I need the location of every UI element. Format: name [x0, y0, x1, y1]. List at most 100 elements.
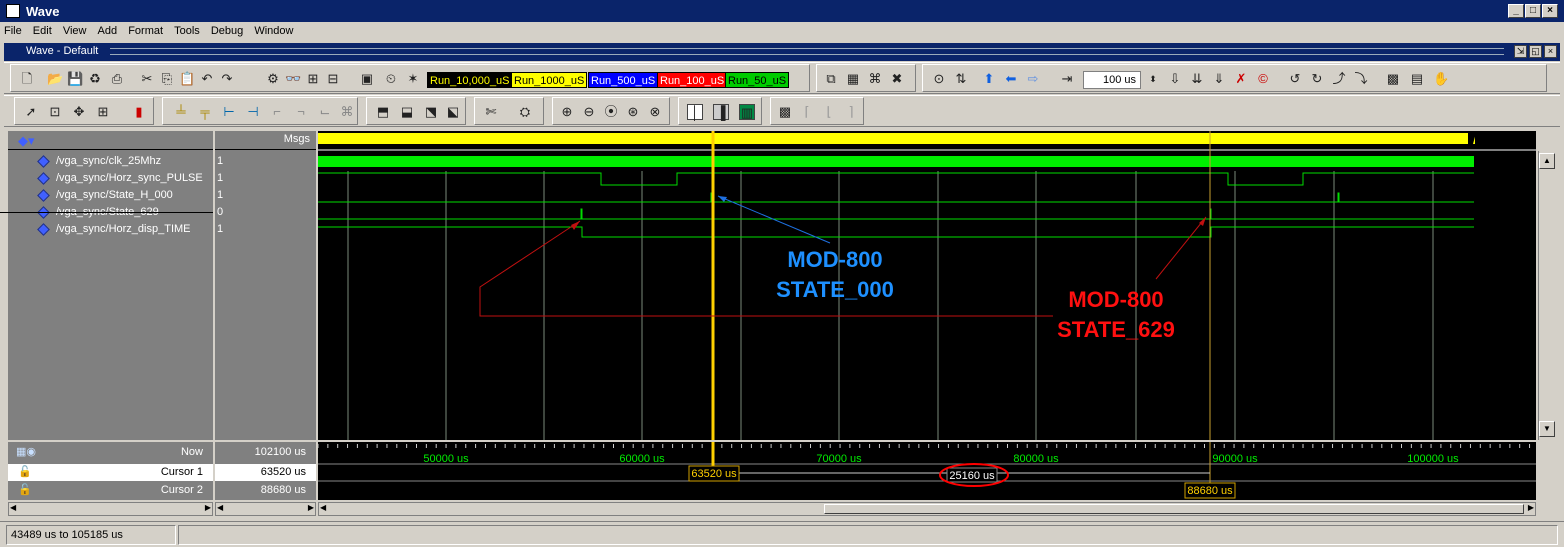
invert-icon[interactable]: ⌈	[799, 104, 815, 120]
run-1000-button[interactable]: Run_1000_uS	[511, 72, 588, 88]
subwindow-close-button[interactable]: ×	[1544, 45, 1557, 58]
format-literal-icon[interactable]: │	[687, 104, 703, 120]
insert-pulse-icon[interactable]: ⌊	[821, 104, 837, 120]
arrow-up-icon[interactable]: ⬆	[981, 71, 997, 87]
zoom-full-icon[interactable]: ⦿	[603, 104, 619, 120]
compile-icon[interactable]: ▣	[359, 71, 375, 87]
waveform-canvas[interactable]: MOD-800 STATE_000 MOD-800 STATE_629	[318, 131, 1536, 440]
zoom-range-icon[interactable]: ⊗	[647, 104, 663, 120]
delete-cursor-icon[interactable]: ╤	[197, 104, 213, 120]
simulate-icon[interactable]: ✶	[405, 71, 421, 87]
edit-mode-icon[interactable]: ⊞	[95, 104, 111, 120]
zoom-out-icon[interactable]: ⊖	[581, 104, 597, 120]
menu-edit[interactable]: Edit	[29, 22, 56, 40]
value-hscroll[interactable]: ◀ ▶	[215, 502, 316, 516]
bookmark-icon[interactable]: ⬒	[375, 104, 391, 120]
zoom-in-icon[interactable]: ⊕	[559, 104, 575, 120]
step-out-icon[interactable]: ⤴	[1331, 71, 1347, 87]
undock-button[interactable]: ⇲	[1514, 45, 1527, 58]
find-icon[interactable]: ⚙	[265, 71, 281, 87]
scroll-up-arrow[interactable]: ▲	[1539, 153, 1555, 169]
stretch-icon[interactable]: ⌉	[843, 104, 859, 120]
run-100-button[interactable]: Run_100_uS	[657, 72, 728, 88]
step-back-icon[interactable]: ⤵	[1353, 71, 1369, 87]
prev-edge-icon[interactable]: ⊢	[221, 104, 237, 120]
signal-row-horz-sync[interactable]: /vga_sync/Horz_sync_PULSE	[8, 170, 213, 187]
add-cursor-icon[interactable]: ╧	[173, 104, 189, 120]
copy-icon[interactable]: ⎘	[159, 71, 175, 87]
scroll-right-arrow[interactable]: ▶	[308, 503, 314, 512]
timeline-canvas[interactable]: 50000 us 60000 us 70000 us 80000 us 9000…	[317, 442, 1536, 500]
step-over-icon[interactable]: ↻	[1309, 71, 1325, 87]
continue-icon[interactable]: ⇊	[1189, 71, 1205, 87]
select-pointer-icon[interactable]: ➚	[23, 104, 39, 120]
signal-row-clk[interactable]: /vga_sync/clk_25Mhz	[8, 153, 213, 170]
scissors-icon[interactable]: ✄	[483, 104, 499, 120]
run-all-icon[interactable]: ⇓	[1211, 71, 1227, 87]
close-button[interactable]: ×	[1542, 4, 1558, 18]
binoculars-icon[interactable]: 👓	[285, 71, 301, 87]
menu-add[interactable]: Add	[94, 22, 122, 40]
cursor-2-row[interactable]: 🔓 Cursor 2	[8, 482, 213, 499]
run-10000-button[interactable]: Run_10,000_uS	[427, 72, 513, 88]
menu-tools[interactable]: Tools	[170, 22, 204, 40]
lock-icon[interactable]: 🔓	[18, 464, 32, 481]
vertical-scrollbar[interactable]: ▲ ▼	[1538, 151, 1555, 440]
zoom-cursor-icon[interactable]: ⊛	[625, 104, 641, 120]
step-icon[interactable]: ⇅	[953, 71, 969, 87]
scroll-down-arrow[interactable]: ▼	[1539, 421, 1555, 437]
prev-falling-icon[interactable]: ⌐	[269, 104, 285, 120]
scroll-right-arrow[interactable]: ▶	[1528, 503, 1534, 512]
waveform-pane[interactable]: MOD-800 STATE_000 MOD-800 STATE_629	[318, 131, 1536, 440]
scroll-left-arrow[interactable]: ◀	[10, 503, 16, 512]
menu-format[interactable]: Format	[124, 22, 167, 40]
wave-compare-icon[interactable]: ⌘	[867, 71, 883, 87]
signal-row-horz-disp[interactable]: /vga_sync/Horz_disp_TIME	[8, 221, 213, 238]
next-falling-icon[interactable]: ¬	[293, 104, 309, 120]
maximize-button[interactable]: □	[1525, 4, 1541, 18]
signal-row-state-629[interactable]: /vga_sync/State_629	[0, 204, 213, 221]
redo-icon[interactable]: ↷	[219, 71, 235, 87]
split-icon[interactable]: ⊟	[325, 71, 341, 87]
save-icon[interactable]: 💾	[67, 71, 83, 87]
run-length-icon[interactable]: ⏲	[383, 71, 399, 87]
run-length-input[interactable]: 100 us	[1083, 71, 1141, 89]
cut-icon[interactable]: ✂	[139, 71, 155, 87]
undo-icon[interactable]: ↶	[199, 71, 215, 87]
hand-icon[interactable]: ✋	[1433, 71, 1449, 87]
delete-wave-icon[interactable]: ✖	[889, 71, 905, 87]
grid-icon[interactable]: ▦	[845, 71, 861, 87]
step-into-icon[interactable]: ↺	[1287, 71, 1303, 87]
hierarchy-icon[interactable]: ⊞	[305, 71, 321, 87]
arrow-left-icon[interactable]: ⬅	[1003, 71, 1019, 87]
lock-icon[interactable]: 🔓	[18, 482, 32, 499]
edit-wave-icon[interactable]: ▩	[777, 104, 793, 120]
open-folder-icon[interactable]: 📂	[47, 71, 63, 87]
run-500-button[interactable]: Run_500_uS	[588, 72, 659, 88]
run-50-button[interactable]: Run_50_uS	[725, 72, 790, 88]
restart-icon[interactable]: ⊙	[931, 71, 947, 87]
pan-mode-icon[interactable]: ✥	[71, 104, 87, 120]
arrow-right-icon[interactable]: ⇨	[1025, 71, 1041, 87]
minimize-button[interactable]: _	[1508, 4, 1524, 18]
next-rising-icon[interactable]: ⌘	[339, 104, 355, 120]
signal-tree-icon[interactable]: ◆▾	[18, 133, 35, 149]
cursor-timeline-pane[interactable]: 50000 us 60000 us 70000 us 80000 us 9000…	[317, 442, 1536, 500]
scroll-left-arrow[interactable]: ◀	[217, 503, 223, 512]
performance-icon[interactable]: ▩	[1385, 71, 1401, 87]
signal-row-state-h-000[interactable]: /vga_sync/State_H_000	[8, 187, 213, 204]
layers-icon[interactable]: ⧉	[823, 71, 839, 87]
reload-icon[interactable]: ♻	[87, 71, 103, 87]
break-icon[interactable]: ✗	[1233, 71, 1249, 87]
bookmark-add-icon[interactable]: ⬓	[399, 104, 415, 120]
stop-drawing-icon[interactable]: ▮	[131, 104, 147, 120]
zoom-mode-icon[interactable]: ⊡	[47, 104, 63, 120]
menu-debug[interactable]: Debug	[207, 22, 247, 40]
scroll-left-arrow[interactable]: ◀	[320, 503, 326, 512]
menu-file[interactable]: File	[0, 22, 26, 40]
spin-icon[interactable]: ⬍	[1145, 71, 1161, 87]
print-icon[interactable]: ⎙	[109, 71, 125, 87]
bookmark-delete-icon[interactable]: ⬕	[445, 104, 461, 120]
float-button[interactable]: ◱	[1529, 45, 1542, 58]
cursor-1-value[interactable]: 63520 us	[215, 464, 316, 481]
